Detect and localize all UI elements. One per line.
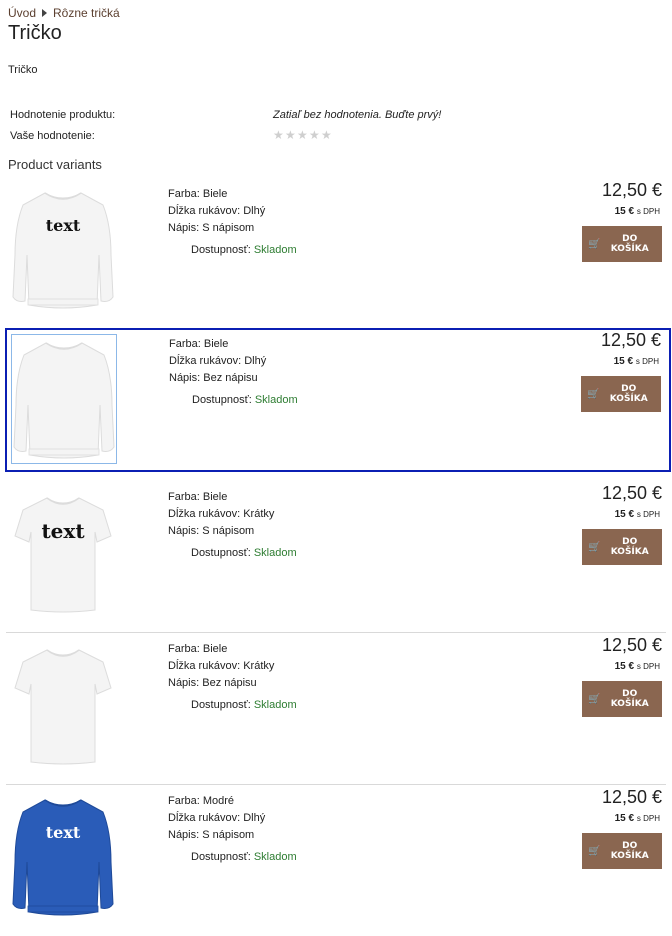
variant-price-dph: 15 € s DPH	[614, 661, 660, 672]
svg-text:text: text	[41, 519, 85, 543]
cart-icon: 🛒	[588, 238, 601, 250]
stock-status: Skladom	[254, 394, 298, 406]
variant-price-dph: 15 € s DPH	[613, 356, 659, 367]
rating-stars[interactable]: ★ ★ ★ ★ ★	[273, 129, 332, 141]
variant-color: Farba: Biele	[168, 643, 228, 655]
variant-image[interactable]: text	[10, 184, 116, 314]
cart-icon: 🛒	[588, 541, 601, 553]
variant-attributes: Farba: Biele Dĺžka rukávov: Krátky Nápis…	[168, 489, 274, 540]
star-icon[interactable]: ★	[321, 129, 332, 141]
cart-icon: 🛒	[587, 388, 600, 400]
variant-print: Nápis: Bez nápisu	[169, 372, 258, 384]
variant-divider	[6, 632, 666, 633]
variant-print: Nápis: S nápisom	[168, 829, 255, 841]
variant-row[interactable]: text Farba: Modré Dĺžka rukávov: Dlhý Ná…	[6, 787, 670, 931]
variant-price-dph: 15 € s DPH	[614, 509, 660, 520]
page-title: Tričko	[8, 22, 62, 44]
stock-status: Skladom	[253, 244, 297, 256]
variant-row[interactable]: Farba: Biele Dĺžka rukávov: Krátky Nápis…	[6, 635, 670, 779]
variant-price: 12,50 €	[601, 635, 662, 655]
breadcrumb-category[interactable]: Rôzne tričká	[53, 6, 120, 20]
variant-row[interactable]: text Farba: Biele Dĺžka rukávov: Krátky …	[6, 483, 670, 627]
product-description: Tričko	[8, 64, 38, 76]
variant-image[interactable]: text	[10, 487, 116, 617]
cart-icon: 🛒	[588, 845, 601, 857]
variant-sleeve: Dĺžka rukávov: Dlhý	[168, 205, 266, 217]
breadcrumb: Úvod Rôzne tričká	[8, 6, 120, 20]
variant-sleeve: Dĺžka rukávov: Dlhý	[169, 355, 267, 367]
variant-attributes: Farba: Biele Dĺžka rukávov: Krátky Nápis…	[168, 641, 274, 692]
star-icon[interactable]: ★	[297, 129, 308, 141]
variant-image[interactable]	[10, 639, 116, 769]
variant-sleeve: Dĺžka rukávov: Krátky	[168, 660, 275, 672]
add-to-cart-button[interactable]: 🛒 DO KOŠÍKA	[582, 226, 662, 262]
add-to-cart-button[interactable]: 🛒 DO KOŠÍKA	[582, 833, 662, 869]
star-icon[interactable]: ★	[309, 129, 320, 141]
variant-price: 12,50 €	[601, 483, 662, 503]
variant-row[interactable]: text Farba: Biele Dĺžka rukávov: Dlhý Ná…	[6, 180, 670, 324]
svg-text:text: text	[46, 823, 81, 842]
star-icon[interactable]: ★	[273, 129, 284, 141]
variant-color: Farba: Biele	[168, 491, 228, 503]
breadcrumb-home[interactable]: Úvod	[8, 6, 36, 20]
variant-image[interactable]	[11, 334, 117, 464]
variant-price: 12,50 €	[600, 330, 661, 350]
variant-attributes: Farba: Modré Dĺžka rukávov: Dlhý Nápis: …	[168, 793, 265, 844]
variant-attributes: Farba: Biele Dĺžka rukávov: Dlhý Nápis: …	[168, 186, 265, 237]
variant-availability: Dostupnosť: Skladom	[191, 547, 297, 559]
variant-availability: Dostupnosť: Skladom	[191, 851, 297, 863]
variant-print: Nápis: S nápisom	[168, 222, 255, 234]
variant-availability: Dostupnosť: Skladom	[191, 244, 297, 256]
variant-print: Nápis: Bez nápisu	[168, 677, 257, 689]
your-rating-row: Vaše hodnotenie: ★ ★ ★ ★ ★	[10, 125, 610, 146]
variant-color: Farba: Biele	[168, 188, 228, 200]
variant-image[interactable]: text	[10, 791, 116, 921]
variant-price: 12,50 €	[601, 787, 662, 807]
rating-table: Hodnotenie produktu: Zatiaľ bez hodnoten…	[10, 104, 610, 146]
add-to-cart-button[interactable]: 🛒 DO KOŠÍKA	[582, 681, 662, 717]
variant-availability: Dostupnosť: Skladom	[192, 394, 298, 406]
variant-color: Farba: Biele	[169, 338, 229, 350]
variant-print: Nápis: S nápisom	[168, 525, 255, 537]
product-rating-label: Hodnotenie produktu:	[10, 108, 116, 121]
product-rating-row: Hodnotenie produktu: Zatiaľ bez hodnoten…	[10, 104, 610, 125]
your-rating-label: Vaše hodnotenie:	[10, 129, 95, 142]
breadcrumb-separator-icon	[42, 9, 48, 17]
variant-attributes: Farba: Biele Dĺžka rukávov: Dlhý Nápis: …	[169, 336, 266, 387]
variant-sleeve: Dĺžka rukávov: Krátky	[168, 508, 275, 520]
star-icon[interactable]: ★	[285, 129, 296, 141]
variant-price: 12,50 €	[601, 180, 662, 200]
svg-text:text: text	[46, 216, 81, 235]
variant-availability: Dostupnosť: Skladom	[191, 699, 297, 711]
stock-status: Skladom	[253, 547, 297, 559]
variant-color: Farba: Modré	[168, 795, 235, 807]
stock-status: Skladom	[253, 851, 297, 863]
add-to-cart-button[interactable]: 🛒 DO KOŠÍKA	[581, 376, 661, 412]
add-to-cart-button[interactable]: 🛒 DO KOŠÍKA	[582, 529, 662, 565]
variant-row[interactable]: Farba: Biele Dĺžka rukávov: Dlhý Nápis: …	[5, 328, 671, 472]
product-rating-value: Zatiaľ bez hodnotenia. Buďte prvý!	[273, 108, 442, 121]
stock-status: Skladom	[253, 699, 297, 711]
variant-price-dph: 15 € s DPH	[614, 813, 660, 824]
variant-price-dph: 15 € s DPH	[614, 206, 660, 217]
variants-section-title: Product variants	[8, 157, 102, 172]
variant-sleeve: Dĺžka rukávov: Dlhý	[168, 812, 266, 824]
variant-divider	[6, 784, 666, 785]
cart-icon: 🛒	[588, 693, 601, 705]
